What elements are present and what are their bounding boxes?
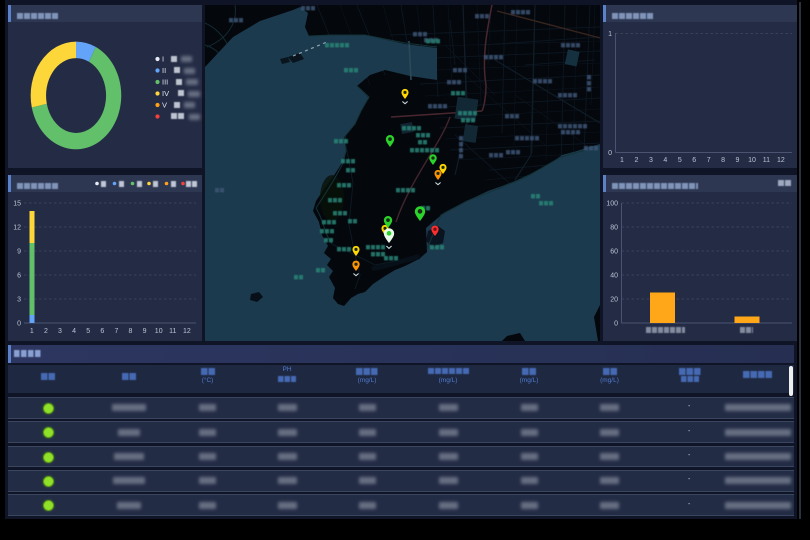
svg-text:3: 3 bbox=[649, 157, 653, 164]
svg-text:12: 12 bbox=[183, 328, 191, 335]
svg-text:2: 2 bbox=[634, 157, 638, 164]
svg-text:5: 5 bbox=[678, 157, 682, 164]
svg-text:40: 40 bbox=[610, 273, 618, 280]
svg-text:I: I bbox=[162, 55, 164, 64]
svg-text:3: 3 bbox=[17, 297, 21, 304]
svg-text:8: 8 bbox=[721, 157, 725, 164]
svg-text:9: 9 bbox=[143, 328, 147, 335]
svg-text:80: 80 bbox=[610, 225, 618, 232]
svg-text:4: 4 bbox=[72, 328, 76, 335]
svg-text:7: 7 bbox=[707, 157, 711, 164]
svg-text:8: 8 bbox=[129, 328, 133, 335]
svg-text:0: 0 bbox=[17, 321, 21, 328]
svg-text:II: II bbox=[162, 66, 166, 75]
svg-text:9: 9 bbox=[736, 157, 740, 164]
svg-text:1: 1 bbox=[620, 157, 624, 164]
svg-text:15: 15 bbox=[13, 201, 21, 208]
svg-text:100: 100 bbox=[606, 201, 618, 208]
svg-text:0: 0 bbox=[608, 150, 612, 157]
svg-text:11: 11 bbox=[763, 157, 770, 164]
svg-text:6: 6 bbox=[692, 157, 696, 164]
svg-text:6: 6 bbox=[100, 328, 104, 335]
svg-text:4: 4 bbox=[663, 157, 667, 164]
svg-text:IV: IV bbox=[162, 89, 169, 98]
svg-text:60: 60 bbox=[610, 249, 618, 256]
svg-text:V: V bbox=[162, 101, 167, 110]
svg-text:1: 1 bbox=[608, 31, 612, 38]
svg-text:12: 12 bbox=[13, 225, 21, 232]
svg-text:11: 11 bbox=[169, 328, 176, 335]
svg-text:0: 0 bbox=[614, 321, 618, 328]
svg-text:2: 2 bbox=[44, 328, 48, 335]
svg-text:20: 20 bbox=[610, 297, 618, 304]
svg-text:5: 5 bbox=[86, 328, 90, 335]
svg-text:3: 3 bbox=[58, 328, 62, 335]
svg-text:6: 6 bbox=[17, 273, 21, 280]
svg-text:III: III bbox=[162, 78, 168, 87]
svg-text:9: 9 bbox=[17, 249, 21, 256]
svg-text:7: 7 bbox=[114, 328, 118, 335]
svg-text:10: 10 bbox=[155, 328, 163, 335]
svg-text:12: 12 bbox=[777, 157, 785, 164]
svg-text:1: 1 bbox=[30, 328, 34, 335]
svg-text:10: 10 bbox=[748, 157, 756, 164]
